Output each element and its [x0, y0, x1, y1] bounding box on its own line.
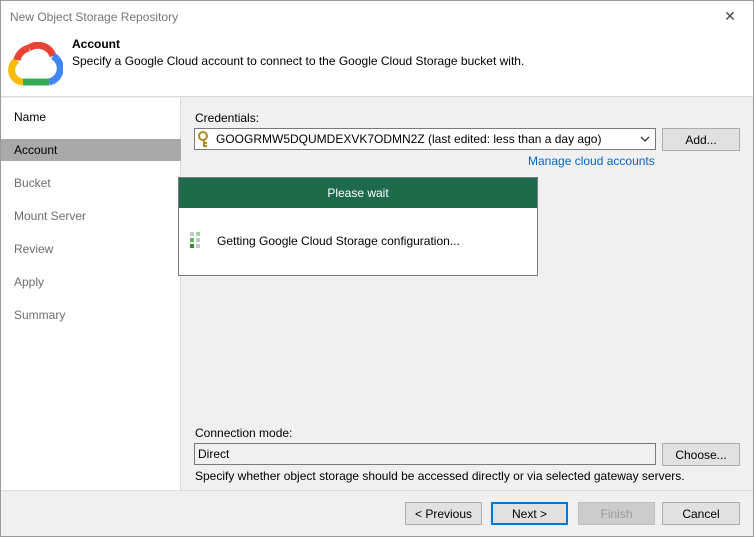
step-bucket: Bucket: [14, 176, 51, 190]
wizard-window: New Object Storage Repository ✕ Account …: [0, 0, 754, 537]
please-wait-title: Please wait: [179, 178, 537, 208]
page-subtitle: Specify a Google Cloud account to connec…: [72, 54, 525, 68]
please-wait-message: Getting Google Cloud Storage configurati…: [217, 234, 460, 248]
next-button[interactable]: Next >: [491, 502, 568, 525]
key-icon: [198, 131, 208, 147]
wizard-steps: Name Account Bucket Mount Server Review …: [1, 98, 181, 490]
step-summary: Summary: [14, 308, 66, 322]
cancel-button[interactable]: Cancel: [662, 502, 740, 525]
loading-spinner-icon: [190, 232, 200, 248]
close-icon[interactable]: ✕: [707, 1, 753, 31]
connection-mode-hint: Specify whether object storage should be…: [195, 469, 685, 483]
credentials-label: Credentials:: [195, 111, 260, 125]
step-review: Review: [14, 242, 54, 256]
wizard-footer: < Previous Next > Finish Cancel: [1, 490, 753, 536]
window-title: New Object Storage Repository: [10, 10, 179, 24]
credentials-dropdown[interactable]: GOOGRMW5DQUMDEXVK7ODMN2Z (last edited: l…: [194, 128, 656, 150]
chevron-down-icon[interactable]: [638, 131, 652, 147]
step-apply: Apply: [14, 275, 45, 289]
please-wait-dialog: Please wait Getting Google Cloud Storage…: [178, 177, 538, 276]
step-mount-server: Mount Server: [14, 209, 87, 223]
connection-mode-label: Connection mode:: [195, 426, 293, 440]
wizard-header: Account Specify a Google Cloud account t…: [1, 31, 753, 97]
credentials-value: GOOGRMW5DQUMDEXVK7ODMN2Z (last edited: l…: [216, 132, 602, 146]
choose-connection-button[interactable]: Choose...: [662, 443, 740, 466]
connection-mode-field: Direct: [194, 443, 656, 465]
title-bar: New Object Storage Repository ✕: [1, 1, 753, 31]
step-name[interactable]: Name: [1, 106, 181, 128]
account-panel: Credentials: GOOGRMW5DQUMDEXVK7ODMN2Z (l…: [182, 98, 753, 490]
finish-button: Finish: [578, 502, 655, 525]
add-credentials-button[interactable]: Add...: [662, 128, 740, 151]
previous-button[interactable]: < Previous: [405, 502, 482, 525]
google-cloud-logo-icon: [8, 42, 63, 86]
manage-cloud-accounts-link[interactable]: Manage cloud accounts: [528, 154, 655, 168]
step-account[interactable]: Account: [1, 139, 181, 161]
page-title: Account: [72, 37, 120, 51]
